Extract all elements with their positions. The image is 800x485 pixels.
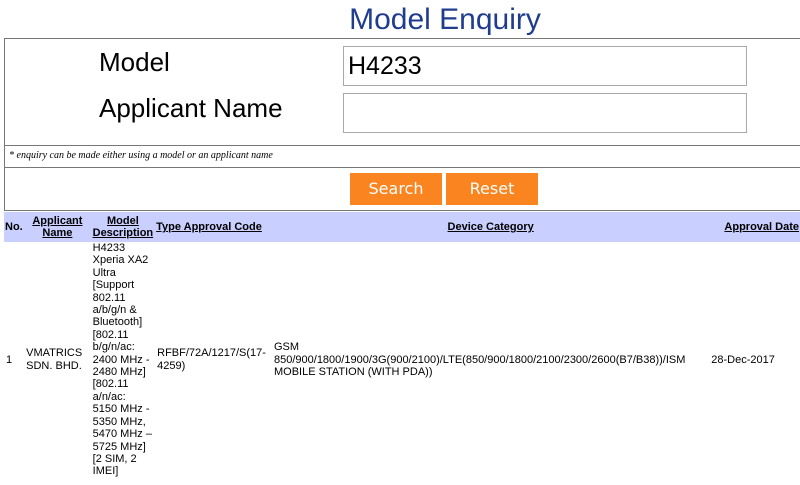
row-type-approval-code: RFBF/72A/1217/S(17-4259) bbox=[157, 347, 266, 372]
header-no: No. bbox=[4, 212, 25, 242]
row-device-category: GSM 850/900/1800/1900/3G(900/2100)/LTE(8… bbox=[274, 341, 686, 379]
sort-device-category-link[interactable]: Device Category bbox=[448, 221, 534, 233]
reset-button[interactable]: Reset bbox=[446, 173, 538, 205]
model-label: Model bbox=[99, 47, 170, 77]
sort-type-approval-code-link[interactable]: Type Approval Code bbox=[156, 221, 262, 233]
header-type-approval-code[interactable]: Type Approval Code bbox=[155, 212, 272, 242]
model-input[interactable] bbox=[343, 46, 747, 86]
sort-model-description-link[interactable]: Model Description bbox=[93, 215, 154, 239]
row-approval-date: 28-Dec-2017 bbox=[711, 353, 775, 366]
enquiry-form: Model Applicant Name * enquiry can be ma… bbox=[4, 38, 800, 211]
table-header-row: No. Applicant Name Model Description Typ… bbox=[4, 212, 800, 242]
row-applicant-name: VMATRICS SDN. BHD. bbox=[26, 347, 83, 372]
row-model-description: H4233 Xperia XA2 Ultra [Support 802.11 a… bbox=[92, 242, 152, 478]
page-title: Model Enquiry bbox=[349, 3, 541, 36]
row-no: 1 bbox=[6, 353, 13, 366]
header-approval-date[interactable]: Approval Date bbox=[709, 212, 800, 242]
sort-applicant-name-link[interactable]: Applicant Name bbox=[32, 215, 82, 239]
header-model-description[interactable]: Model Description bbox=[90, 212, 156, 242]
results-table: No. Applicant Name Model Description Typ… bbox=[4, 212, 800, 478]
table-row: 1 VMATRICS SDN. BHD. H4233 Xperia XA2 Ul… bbox=[4, 242, 800, 478]
header-device-category[interactable]: Device Category bbox=[272, 212, 710, 242]
header-applicant-name[interactable]: Applicant Name bbox=[24, 212, 91, 242]
applicant-name-label: Applicant Name bbox=[99, 93, 283, 123]
search-button[interactable]: Search bbox=[350, 173, 442, 205]
form-divider bbox=[5, 167, 800, 168]
sort-approval-date-link[interactable]: Approval Date bbox=[724, 221, 799, 233]
form-divider bbox=[5, 145, 800, 146]
applicant-name-input[interactable] bbox=[343, 93, 747, 133]
enquiry-note: * enquiry can be made either using a mod… bbox=[9, 150, 273, 161]
